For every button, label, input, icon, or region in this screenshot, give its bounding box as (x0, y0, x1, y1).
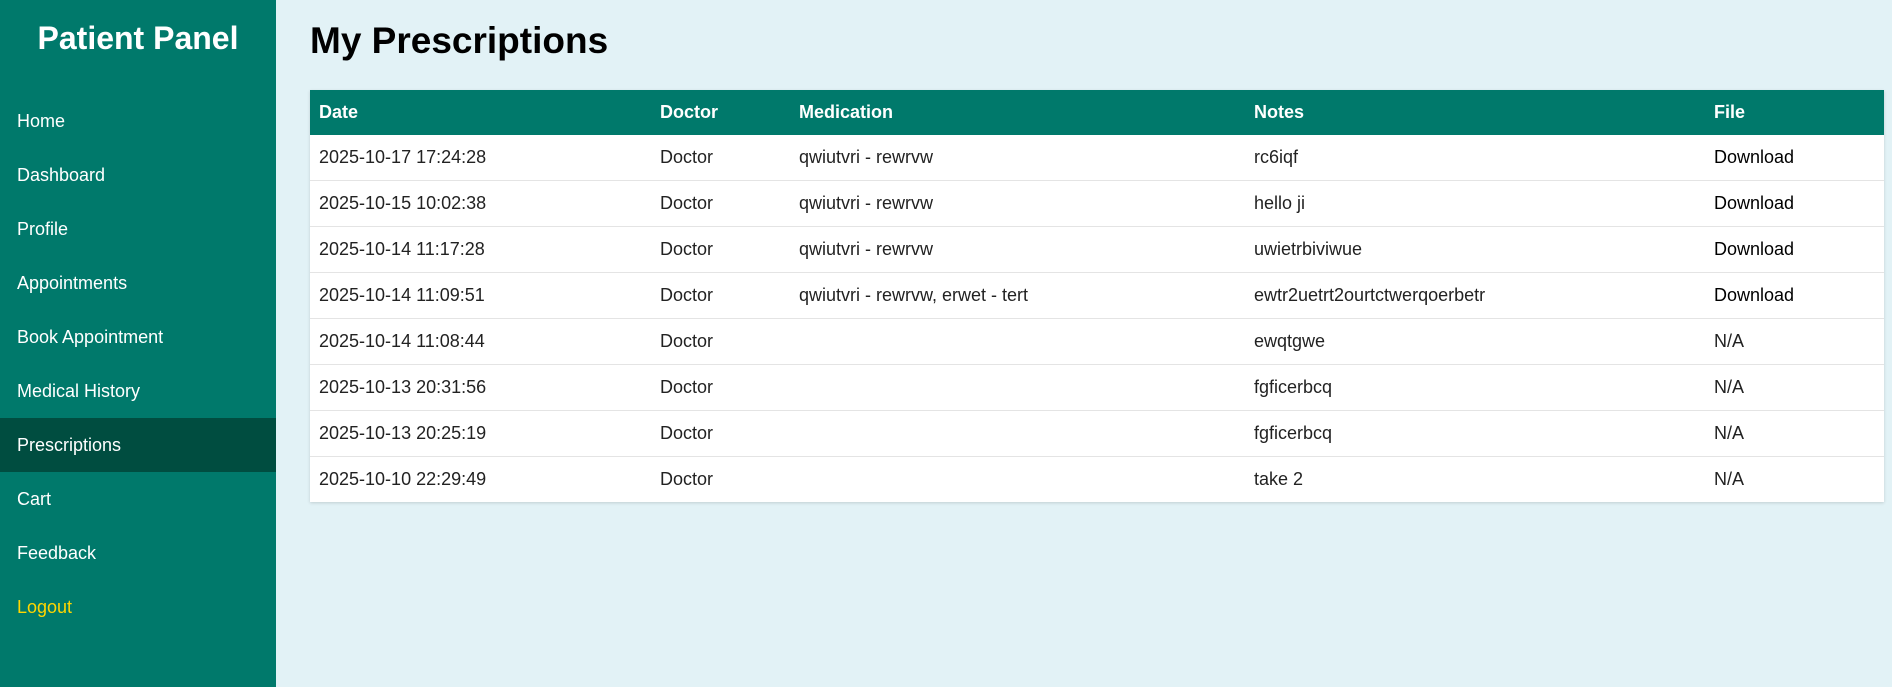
sidebar: Patient Panel Home Dashboard Profile App… (0, 0, 276, 687)
sidebar-item-prescriptions[interactable]: Prescriptions (0, 418, 276, 472)
sidebar-nav: Home Dashboard Profile Appointments Book… (0, 94, 276, 634)
cell-medication (790, 410, 1245, 457)
table-row: 2025-10-17 17:24:28 Doctor qwiutvri - re… (310, 135, 1884, 181)
cell-date: 2025-10-14 11:08:44 (310, 318, 651, 365)
table-row: 2025-10-14 11:08:44 Doctor ewqtgwe N/A (310, 318, 1884, 365)
cell-date: 2025-10-13 20:25:19 (310, 410, 651, 457)
column-header-medication: Medication (790, 90, 1245, 135)
cell-file: Download (1705, 135, 1884, 181)
sidebar-item-appointments[interactable]: Appointments (0, 256, 276, 310)
sidebar-title: Patient Panel (37, 20, 239, 56)
sidebar-item-book-appointment[interactable]: Book Appointment (0, 310, 276, 364)
sidebar-item-cart[interactable]: Cart (0, 472, 276, 526)
app-root: Patient Panel Home Dashboard Profile App… (0, 0, 1892, 687)
cell-medication: qwiutvri - rewrvw (790, 135, 1245, 181)
prescriptions-table: Date Doctor Medication Notes File 2025-1… (310, 90, 1884, 502)
sidebar-item-home[interactable]: Home (0, 94, 276, 148)
cell-medication: qwiutvri - rewrvw (790, 180, 1245, 227)
cell-medication: qwiutvri - rewrvw (790, 226, 1245, 273)
cell-file: Download (1705, 180, 1884, 227)
cell-doctor: Doctor (660, 469, 714, 489)
cell-doctor: Doctor (651, 318, 790, 365)
cell-date: 2025-10-10 22:29:49 (319, 469, 487, 489)
cell-notes: fgficerbcq (1245, 410, 1705, 457)
cell-doctor: Doctor (651, 226, 790, 273)
cell-file: N/A (1714, 469, 1745, 489)
cell-date: 2025-10-14 11:17:28 (310, 226, 651, 273)
sidebar-item-dashboard[interactable]: Dashboard (0, 148, 276, 202)
table-header-row: Date Doctor Medication Notes File (310, 90, 1884, 135)
table-row: 2025-10-14 11:09:51 Doctor qwiutvri - re… (310, 272, 1884, 319)
sidebar-item-medical-history[interactable]: Medical History (0, 364, 276, 418)
download-link[interactable]: Download (1714, 193, 1794, 213)
cell-notes: hello ji (1245, 180, 1705, 227)
cell-notes: ewtr2uetrt2ourtctwerqoerbetr (1245, 272, 1705, 319)
cell-medication: qwiutvri - rewrvw, erwet - tert (790, 272, 1245, 319)
column-header-doctor: Doctor (651, 90, 790, 135)
download-link[interactable]: Download (1714, 285, 1794, 305)
table-row: 2025-10-13 20:31:56 Doctor fgficerbcq N/… (310, 364, 1884, 411)
table-row: 2025-10-14 11:17:28 Doctor qwiutvri - re… (310, 226, 1884, 273)
column-header-date: Date (310, 90, 651, 135)
cell-doctor: Doctor (651, 272, 790, 319)
column-header-file: File (1705, 90, 1884, 135)
cell-notes: ewqtgwe (1245, 318, 1705, 365)
sidebar-item-feedback[interactable]: Feedback (0, 526, 276, 580)
cell-file: N/A (1705, 410, 1884, 457)
cell-medication (790, 318, 1245, 365)
cell-file: N/A (1705, 318, 1884, 365)
cell-notes: uwietrbiviwue (1245, 226, 1705, 273)
cell-date: 2025-10-14 11:09:51 (310, 272, 651, 319)
cell-doctor: Doctor (651, 135, 790, 181)
cell-file: N/A (1705, 364, 1884, 411)
table-row: 2025-10-10 22:29:49 Doctor take 2 N/A (310, 457, 1884, 503)
cell-doctor: Doctor (651, 364, 790, 411)
cell-date: 2025-10-15 10:02:38 (310, 180, 651, 227)
download-link[interactable]: Download (1714, 147, 1794, 167)
cell-medication (790, 457, 1245, 503)
cell-medication (790, 364, 1245, 411)
cell-doctor: Doctor (651, 180, 790, 227)
cell-doctor: Doctor (651, 410, 790, 457)
cell-file: Download (1705, 226, 1884, 273)
page-title: My Prescriptions (310, 20, 609, 61)
cell-notes: rc6iqf (1245, 135, 1705, 181)
column-header-notes: Notes (1245, 90, 1705, 135)
cell-date: 2025-10-13 20:31:56 (310, 364, 651, 411)
table-row: 2025-10-15 10:02:38 Doctor qwiutvri - re… (310, 180, 1884, 227)
sidebar-item-logout[interactable]: Logout (0, 580, 276, 634)
cell-notes: fgficerbcq (1245, 364, 1705, 411)
sidebar-item-profile[interactable]: Profile (0, 202, 276, 256)
cell-file: Download (1705, 272, 1884, 319)
cell-notes: take 2 (1254, 469, 1304, 489)
cell-date: 2025-10-17 17:24:28 (310, 135, 651, 181)
table-row: 2025-10-13 20:25:19 Doctor fgficerbcq N/… (310, 410, 1884, 457)
main-content: My Prescriptions Date Doctor Medication … (276, 0, 1892, 687)
download-link[interactable]: Download (1714, 239, 1794, 259)
